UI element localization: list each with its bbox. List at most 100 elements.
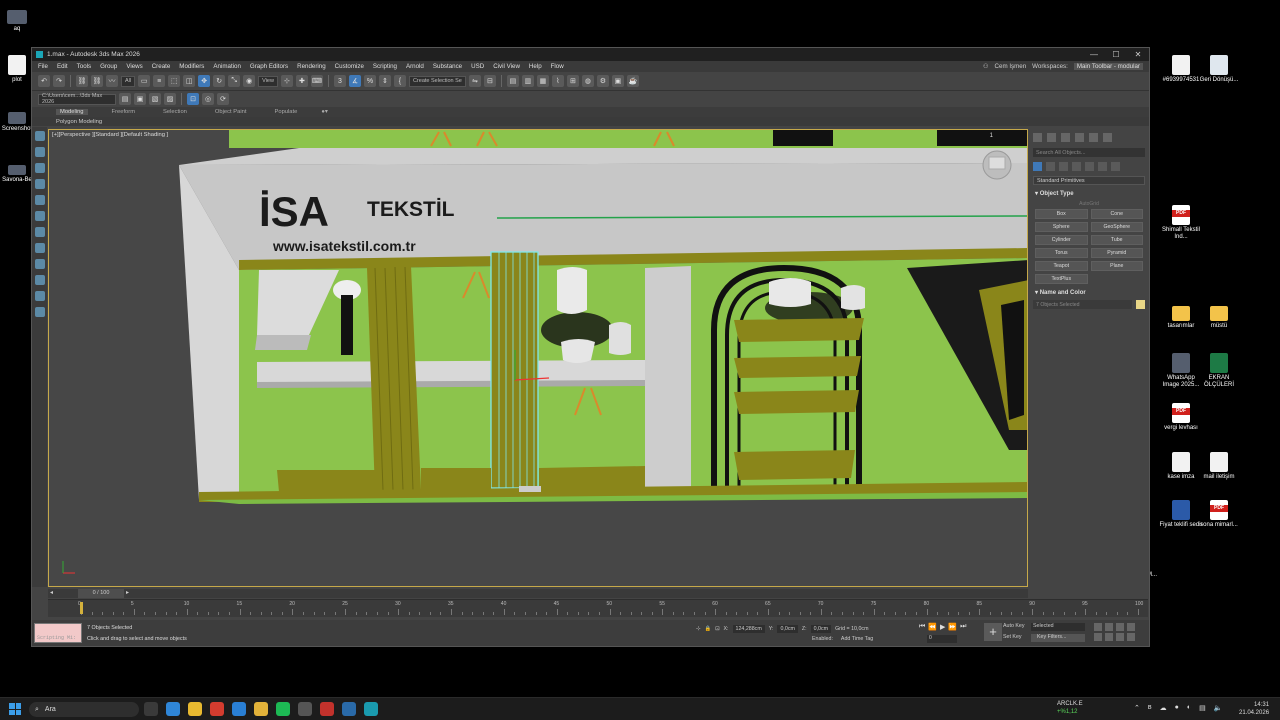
browser-icon[interactable]	[232, 702, 246, 716]
tube-button[interactable]: Tube	[1090, 235, 1143, 245]
render-setup-icon[interactable]: ⚙	[596, 75, 609, 87]
cylinder-button[interactable]: Cylinder	[1035, 235, 1088, 245]
search-objects-input[interactable]: Search All Objects...	[1033, 148, 1145, 157]
layout-tab-icon[interactable]	[34, 147, 45, 157]
tab-object-paint[interactable]: Object Paint	[211, 109, 251, 115]
close-button[interactable]: ✕	[1127, 50, 1149, 59]
layout-tab-icon[interactable]	[34, 275, 45, 285]
select-move-icon[interactable]: ✥	[198, 75, 211, 87]
curve-editor-icon[interactable]: ⌇	[551, 75, 564, 87]
menu-arnold[interactable]: Arnold	[406, 63, 424, 70]
sphere-button[interactable]: Sphere	[1035, 222, 1088, 232]
current-frame-marker[interactable]	[80, 602, 83, 614]
layout-tab-icon[interactable]	[34, 211, 45, 221]
plane-button[interactable]: Plane	[1090, 261, 1143, 271]
desktop-icon-sona-mimarl[interactable]: sona mimarl...	[1197, 500, 1241, 529]
geometry-icon[interactable]	[1033, 162, 1042, 171]
menu-graph-editors[interactable]: Graph Editors	[250, 63, 288, 70]
orbit-icon[interactable]	[1116, 633, 1124, 641]
systems-icon[interactable]	[1111, 162, 1120, 171]
desktop-icon-mustu[interactable]: müstü	[1197, 302, 1241, 330]
save-project-icon[interactable]: ▧	[149, 93, 161, 105]
lights-icon[interactable]	[1059, 162, 1068, 171]
percent-snap-icon[interactable]: %	[363, 75, 376, 87]
pan-icon[interactable]	[1105, 633, 1113, 641]
render-production-icon[interactable]: ☕	[626, 75, 639, 87]
task-view-icon[interactable]	[144, 702, 158, 716]
add-time-tag[interactable]: Add Time Tag	[841, 636, 873, 642]
menu-file[interactable]: File	[38, 63, 48, 70]
menu-customize[interactable]: Customize	[335, 63, 364, 70]
menu-tools[interactable]: Tools	[77, 63, 91, 70]
z-coordinate-field[interactable]: 0,0cm	[810, 625, 832, 633]
menu-views[interactable]: Views	[126, 63, 142, 70]
reference-coordinate-dropdown[interactable]: View	[258, 75, 278, 87]
box-button[interactable]: Box	[1035, 209, 1088, 219]
cloud-icon[interactable]: ☁	[1160, 704, 1167, 712]
perspective-viewport[interactable]: [+][Perspective ][Standard ][Default Sha…	[48, 129, 1028, 587]
go-to-end-icon[interactable]: ⏭	[960, 623, 966, 631]
current-frame-field[interactable]: 0	[927, 635, 957, 643]
time-slider-knob[interactable]: 0 / 100	[78, 589, 124, 598]
zoom-extents-icon[interactable]	[1116, 623, 1124, 631]
menu-group[interactable]: Group	[100, 63, 117, 70]
desktop-icon-savona[interactable]: Savona-Be	[0, 165, 34, 184]
select-scale-icon[interactable]: ⤡	[228, 75, 241, 87]
desktop-icon-mail-iletisim[interactable]: mail iletişim	[1197, 452, 1241, 481]
absolute-mode-icon[interactable]: ⊹	[696, 626, 700, 632]
named-selection-dropdown[interactable]: Create Selection Se	[408, 75, 466, 87]
menu-substance[interactable]: Substance	[433, 63, 462, 70]
modify-tab-icon[interactable]	[1047, 133, 1056, 142]
orbit-icon[interactable]: ⟳	[217, 93, 229, 105]
app-tray-icon[interactable]: ●	[1175, 704, 1179, 712]
menu-create[interactable]: Create	[152, 63, 171, 70]
layout-tab-icon[interactable]	[34, 179, 45, 189]
maxscript-listener[interactable]: Scripting Mi:	[34, 623, 82, 643]
select-manipulate-icon[interactable]: ✚	[295, 75, 308, 87]
select-place-icon[interactable]: ◉	[243, 75, 256, 87]
zoom-icon[interactable]	[1094, 623, 1102, 631]
opera-icon[interactable]	[210, 702, 224, 716]
mirror-icon[interactable]: ⇋	[468, 75, 481, 87]
minimize-button[interactable]: —	[1083, 50, 1105, 59]
motion-tab-icon[interactable]	[1075, 133, 1084, 142]
tab-selection[interactable]: Selection	[159, 109, 191, 115]
desktop-icon-plot[interactable]: plot	[0, 55, 34, 84]
cameras-icon[interactable]	[1072, 162, 1081, 171]
network-icon[interactable]: ▤	[1199, 704, 1206, 712]
menu-flow[interactable]: Flow	[551, 63, 564, 70]
desktop-icon-shimall[interactable]: Shimall Tekstil Ind...	[1159, 205, 1203, 241]
viewport-label-menu[interactable]: [+][Perspective ][Standard ][Default Sha…	[52, 132, 168, 138]
viewport-clipping-icon[interactable]: ◎	[202, 93, 214, 105]
project-settings-icon[interactable]: ▨	[164, 93, 176, 105]
primitive-category-dropdown[interactable]: Standard Primitives	[1033, 176, 1145, 185]
tab-freeform[interactable]: Freeform	[108, 109, 140, 115]
menu-edit[interactable]: Edit	[57, 63, 68, 70]
menu-scripting[interactable]: Scripting	[373, 63, 397, 70]
project-path-dropdown[interactable]: C:\Users\cem...\3ds Max 2026	[38, 93, 116, 105]
go-to-start-icon[interactable]: ⏮	[919, 623, 925, 631]
object-name-field[interactable]: 7 Objects Selected	[1033, 300, 1132, 309]
layout-tab-icon[interactable]	[34, 259, 45, 269]
zoom-all-icon[interactable]	[1105, 623, 1113, 631]
open-project-icon[interactable]: ▣	[134, 93, 146, 105]
set-key-button[interactable]: Set Key	[1003, 634, 1022, 640]
lock-selection-icon[interactable]: 🔒	[704, 626, 711, 632]
autogrid-checkbox[interactable]: AutoGrid	[1029, 201, 1149, 207]
link-icon[interactable]: ⛓	[76, 75, 88, 87]
layout-tab-icon[interactable]	[34, 227, 45, 237]
space-warps-icon[interactable]	[1098, 162, 1107, 171]
layout-tab-icon[interactable]	[34, 195, 45, 205]
display-tab-icon[interactable]	[1089, 133, 1098, 142]
ribbon-options-icon[interactable]: ●▾	[321, 109, 327, 115]
next-frame-icon[interactable]: ⏩	[948, 623, 957, 631]
object-color-swatch[interactable]	[1136, 300, 1145, 309]
keyboard-shortcut-icon[interactable]: ⌨	[310, 75, 323, 87]
layout-tab-icon[interactable]	[34, 243, 45, 253]
scene-explorer-icon[interactable]: ▤	[506, 75, 519, 87]
ribbon-toggle-icon[interactable]: ▦	[536, 75, 549, 87]
maximize-viewport-icon[interactable]	[1127, 633, 1135, 641]
key-selection-dropdown[interactable]: Selected	[1031, 623, 1085, 631]
unlink-icon[interactable]: ⛓	[91, 75, 103, 87]
menu-civil-view[interactable]: Civil View	[493, 63, 520, 70]
